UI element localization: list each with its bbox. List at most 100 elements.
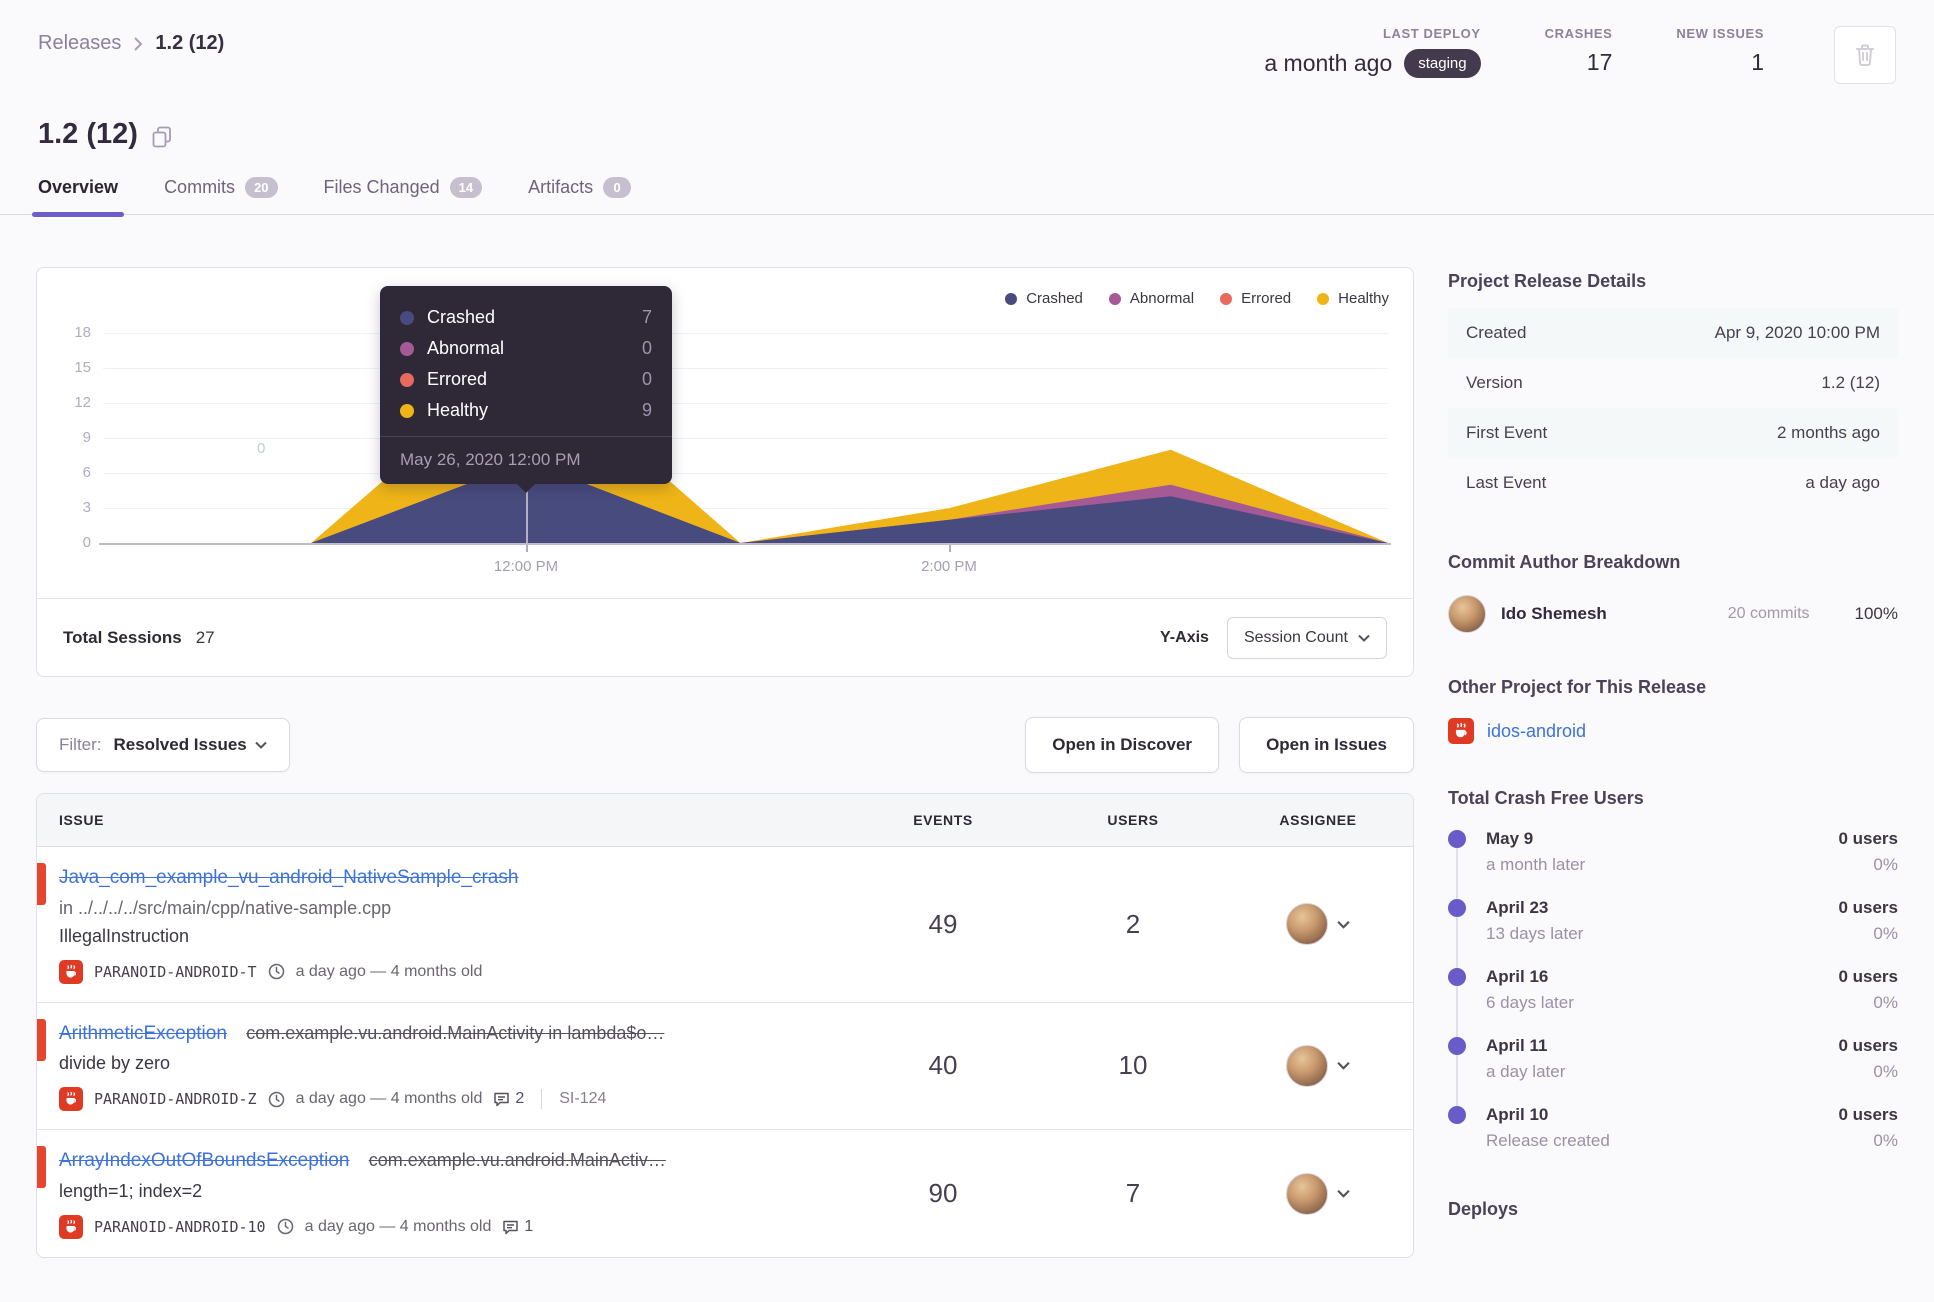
- timeline-entry: April 16 0 users 6 days later 0%: [1448, 967, 1898, 1013]
- chevron-down-icon[interactable]: [1337, 920, 1350, 929]
- issue-title-link[interactable]: ArithmeticException: [59, 1023, 227, 1044]
- copy-version-button[interactable]: [152, 126, 172, 148]
- delete-release-button[interactable]: [1834, 26, 1896, 84]
- assignee-avatar[interactable]: [1286, 1044, 1328, 1087]
- issues-filter-dropdown[interactable]: Filter: Resolved Issues: [36, 718, 290, 772]
- tooltip-row-crashed: Crashed 7: [400, 302, 652, 333]
- total-sessions-value: 27: [195, 627, 215, 647]
- tab-artifacts[interactable]: Artifacts 0: [528, 177, 632, 214]
- y-tick-label: 9: [82, 429, 91, 446]
- x-axis-line: [99, 543, 1391, 545]
- other-project-link[interactable]: idos-android: [1487, 721, 1586, 742]
- chart-legend: Crashed Abnormal Errored Healthy: [1005, 290, 1389, 307]
- breadcrumb: Releases 1.2 (12): [38, 32, 224, 55]
- y-tick-label: 15: [74, 359, 91, 376]
- legend-crashed-label: Crashed: [1026, 290, 1083, 307]
- timeline-users: 0 users: [1838, 1105, 1898, 1124]
- detail-value: 1.2 (12): [1821, 373, 1880, 392]
- issue-age: a day ago — 4 months old: [304, 1217, 492, 1235]
- tooltip-row-healthy: Healthy 9: [400, 395, 652, 426]
- detail-row-created: Created Apr 9, 2020 10:00 PM: [1448, 308, 1898, 358]
- assignee-avatar[interactable]: [1286, 903, 1328, 946]
- chart-tooltip: Crashed 7 Abnormal 0 Errored 0 Healthy 9…: [380, 286, 672, 484]
- new-issues-value: 1: [1751, 49, 1764, 75]
- tooltip-errored-label: Errored: [427, 369, 488, 389]
- header-stats: LAST DEPLOY a month ago staging CRASHES …: [1264, 26, 1896, 84]
- sessions-area-chart: [103, 356, 1388, 543]
- new-issues-stat: NEW ISSUES 1: [1676, 26, 1764, 76]
- tab-files-changed[interactable]: Files Changed 14: [324, 177, 483, 214]
- crash-free-heading: Total Crash Free Users: [1448, 788, 1644, 808]
- tab-files-changed-label: Files Changed: [323, 177, 440, 197]
- legend-errored-label: Errored: [1241, 290, 1292, 307]
- sessions-chart-card: 18 15 12 9 6 3 0 0 12:00 PM 2:00 PM Cras…: [36, 267, 1414, 677]
- unhandled-indicator: [37, 1018, 46, 1061]
- issue-location: in ../../../../src/main/cpp/native-sampl…: [59, 897, 392, 918]
- issue-title-link[interactable]: ArrayIndexOutOfBoundsException: [59, 1150, 349, 1171]
- breadcrumb-releases-link[interactable]: Releases: [38, 32, 121, 55]
- tooltip-errored-value: 0: [641, 369, 652, 389]
- issues-table-header: ISSUE EVENTS USERS ASSIGNEE: [37, 794, 1413, 847]
- tab-commits-label: Commits: [164, 177, 236, 197]
- timeline-date: April 23: [1486, 898, 1549, 917]
- new-issues-label: NEW ISSUES: [1676, 26, 1764, 41]
- timeline-date: May 9: [1486, 829, 1534, 848]
- last-deploy-value: a month ago: [1264, 50, 1393, 76]
- copy-icon: [152, 126, 171, 147]
- project-slug[interactable]: PARANOID-ANDROID-T: [94, 963, 257, 981]
- crashed-dot-icon: [1005, 292, 1018, 305]
- java-project-icon: [59, 959, 83, 984]
- tab-commits[interactable]: Commits 20: [164, 177, 278, 214]
- detail-row-last-event: Last Event a day ago: [1448, 458, 1898, 508]
- detail-row-first-event: First Event 2 months ago: [1448, 408, 1898, 458]
- author-name: Ido Shemesh: [1501, 604, 1607, 623]
- x-tickmark: [526, 545, 528, 552]
- tab-artifacts-badge: 0: [603, 177, 632, 198]
- x-tickmark: [949, 545, 951, 552]
- y-tick-label: 3: [82, 499, 91, 516]
- issue-culprit: com.example.vu.android.MainActivity in l…: [246, 1022, 665, 1043]
- project-slug[interactable]: PARANOID-ANDROID-10: [94, 1218, 266, 1236]
- linked-ticket[interactable]: SI-124: [559, 1090, 606, 1108]
- assignee-avatar[interactable]: [1286, 1172, 1328, 1215]
- project-slug[interactable]: PARANOID-ANDROID-Z: [94, 1090, 257, 1108]
- chevron-down-icon[interactable]: [1337, 1061, 1350, 1071]
- timeline-dot-icon: [1448, 899, 1466, 917]
- issue-row[interactable]: ArrayIndexOutOfBoundsException com.examp…: [37, 1129, 1413, 1257]
- tab-overview[interactable]: Overview: [31, 177, 125, 217]
- last-deploy-label: LAST DEPLOY: [1383, 26, 1481, 41]
- timeline-users: 0 users: [1838, 1036, 1898, 1055]
- users-count: 10: [1118, 1050, 1148, 1081]
- x-tick-label: 12:00 PM: [493, 558, 559, 575]
- open-in-discover-button[interactable]: Open in Discover: [1025, 717, 1220, 773]
- page-title: 1.2 (12): [38, 118, 138, 150]
- clock-icon: [268, 1091, 284, 1108]
- detail-value: Apr 9, 2020 10:00 PM: [1714, 323, 1880, 342]
- timeline-dot-icon: [1448, 1037, 1466, 1055]
- detail-label: Created: [1466, 323, 1527, 342]
- java-project-icon: [1448, 718, 1474, 744]
- abnormal-dot-icon: [1108, 292, 1121, 305]
- yaxis-select[interactable]: Session Count: [1226, 616, 1387, 659]
- chevron-right-icon: [134, 36, 143, 51]
- events-count: 40: [928, 1050, 958, 1081]
- detail-label: First Event: [1466, 423, 1548, 442]
- issue-title-link[interactable]: Java_com_example_vu_android_NativeSample…: [59, 867, 518, 888]
- issue-age: a day ago — 4 months old: [295, 1090, 483, 1108]
- comments-count: 1: [524, 1217, 534, 1235]
- yaxis-selected-value: Session Count: [1243, 628, 1348, 646]
- breadcrumb-current: 1.2 (12): [155, 32, 225, 54]
- open-in-issues-button[interactable]: Open in Issues: [1239, 717, 1414, 773]
- issue-row[interactable]: Java_com_example_vu_android_NativeSample…: [37, 847, 1413, 1002]
- meta-divider: [541, 1089, 543, 1110]
- clock-icon: [268, 963, 284, 980]
- chart-area: 18 15 12 9 6 3 0 0 12:00 PM 2:00 PM Cras…: [53, 278, 1397, 598]
- other-project-heading: Other Project for This Release: [1448, 677, 1707, 697]
- issue-row[interactable]: ArithmeticException com.example.vu.andro…: [37, 1001, 1413, 1130]
- tab-commits-badge: 20: [245, 177, 278, 198]
- environment-badge: staging: [1404, 49, 1481, 78]
- y-tick-label: 12: [74, 394, 91, 411]
- events-count: 49: [928, 908, 958, 939]
- healthy-dot-icon: [1317, 292, 1330, 305]
- chevron-down-icon[interactable]: [1337, 1189, 1350, 1198]
